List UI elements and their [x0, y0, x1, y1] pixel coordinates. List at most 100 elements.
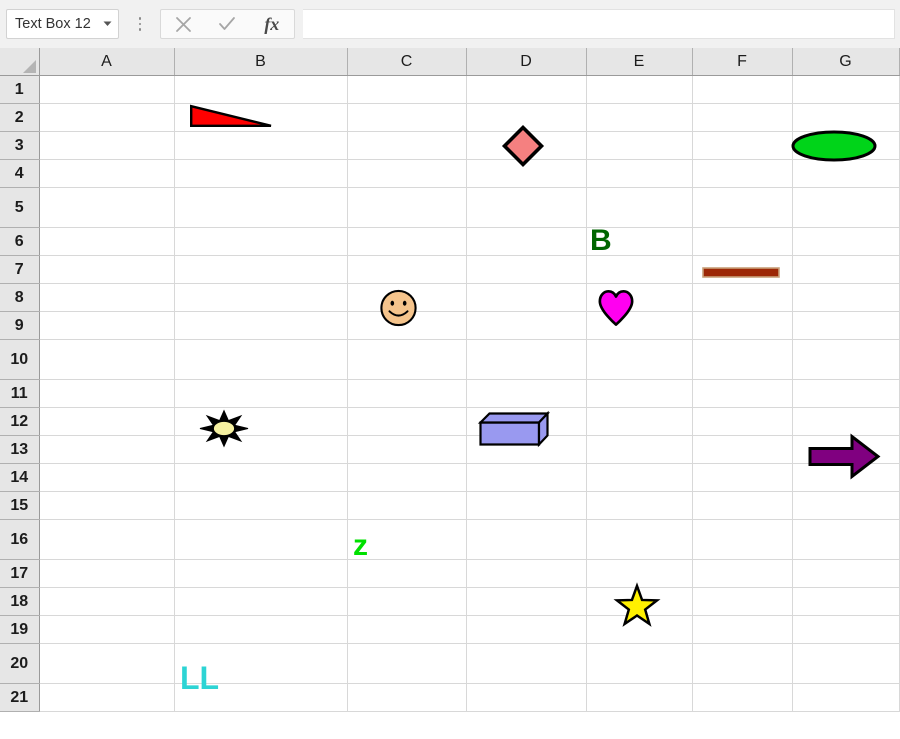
cell-A9[interactable] [39, 311, 175, 340]
cell-B6[interactable] [174, 227, 348, 256]
cell-D20[interactable] [466, 643, 587, 684]
cell-A20[interactable] [39, 643, 175, 684]
row-header-16[interactable]: 16 [0, 519, 40, 560]
column-header-b[interactable]: B [174, 48, 348, 76]
cell-B10[interactable] [174, 339, 348, 380]
cell-E13[interactable] [586, 435, 693, 464]
cell-C6[interactable] [347, 227, 467, 256]
cell-C7[interactable] [347, 255, 467, 284]
column-header-d[interactable]: D [466, 48, 587, 76]
cell-G7[interactable] [792, 255, 900, 284]
cell-F16[interactable] [692, 519, 793, 560]
cell-G14[interactable] [792, 463, 900, 492]
cell-B5[interactable] [174, 187, 348, 228]
cell-B18[interactable] [174, 587, 348, 616]
cell-A13[interactable] [39, 435, 175, 464]
cell-F14[interactable] [692, 463, 793, 492]
cell-D3[interactable] [466, 131, 587, 160]
cell-D17[interactable] [466, 559, 587, 588]
row-header-14[interactable]: 14 [0, 463, 40, 492]
row-header-9[interactable]: 9 [0, 311, 40, 340]
cell-A1[interactable] [39, 75, 175, 104]
cell-C14[interactable] [347, 463, 467, 492]
cell-E6[interactable] [586, 227, 693, 256]
row-header-7[interactable]: 7 [0, 255, 40, 284]
cell-A8[interactable] [39, 283, 175, 312]
row-header-5[interactable]: 5 [0, 187, 40, 228]
cell-A6[interactable] [39, 227, 175, 256]
kebab-menu-icon[interactable] [133, 12, 147, 36]
cell-C15[interactable] [347, 491, 467, 520]
row-header-19[interactable]: 19 [0, 615, 40, 644]
cell-C8[interactable] [347, 283, 467, 312]
cell-A17[interactable] [39, 559, 175, 588]
cell-G16[interactable] [792, 519, 900, 560]
chevron-down-icon[interactable] [96, 21, 118, 27]
cell-D16[interactable] [466, 519, 587, 560]
row-header-2[interactable]: 2 [0, 103, 40, 132]
cell-D15[interactable] [466, 491, 587, 520]
cell-A10[interactable] [39, 339, 175, 380]
cell-B14[interactable] [174, 463, 348, 492]
column-header-e[interactable]: E [586, 48, 693, 76]
cell-D10[interactable] [466, 339, 587, 380]
cell-D5[interactable] [466, 187, 587, 228]
cell-A15[interactable] [39, 491, 175, 520]
cell-B16[interactable] [174, 519, 348, 560]
cell-C3[interactable] [347, 131, 467, 160]
cell-A18[interactable] [39, 587, 175, 616]
cell-G13[interactable] [792, 435, 900, 464]
cell-F9[interactable] [692, 311, 793, 340]
cell-G19[interactable] [792, 615, 900, 644]
cell-F5[interactable] [692, 187, 793, 228]
spreadsheet-grid[interactable]: ABCDEFG 1 2 3 4 5 6 7 8 9 10 11 12 13 14 15 16 17 18 19 20 2… [0, 48, 900, 739]
cell-D21[interactable] [466, 683, 587, 712]
cell-G3[interactable] [792, 131, 900, 160]
confirm-checkmark-icon[interactable] [205, 10, 249, 38]
row-header-12[interactable]: 12 [0, 407, 40, 436]
cell-E19[interactable] [586, 615, 693, 644]
cell-G17[interactable] [792, 559, 900, 588]
cell-A5[interactable] [39, 187, 175, 228]
cell-E18[interactable] [586, 587, 693, 616]
cell-C2[interactable] [347, 103, 467, 132]
row-header-21[interactable]: 21 [0, 683, 40, 712]
cell-B15[interactable] [174, 491, 348, 520]
insert-function-icon[interactable]: fx [250, 10, 294, 38]
cell-D6[interactable] [466, 227, 587, 256]
cell-G5[interactable] [792, 187, 900, 228]
cell-C4[interactable] [347, 159, 467, 188]
cell-A19[interactable] [39, 615, 175, 644]
cell-E7[interactable] [586, 255, 693, 284]
cell-E16[interactable] [586, 519, 693, 560]
cell-B2[interactable] [174, 103, 348, 132]
cell-A4[interactable] [39, 159, 175, 188]
name-box[interactable]: Text Box 12 [6, 9, 119, 39]
cell-F8[interactable] [692, 283, 793, 312]
row-header-20[interactable]: 20 [0, 643, 40, 684]
cell-G21[interactable] [792, 683, 900, 712]
cell-D13[interactable] [466, 435, 587, 464]
cell-F3[interactable] [692, 131, 793, 160]
cell-C9[interactable] [347, 311, 467, 340]
cell-E12[interactable] [586, 407, 693, 436]
cell-B1[interactable] [174, 75, 348, 104]
cell-D4[interactable] [466, 159, 587, 188]
cell-F20[interactable] [692, 643, 793, 684]
cell-G2[interactable] [792, 103, 900, 132]
cell-C13[interactable] [347, 435, 467, 464]
cell-B21[interactable] [174, 683, 348, 712]
cell-C1[interactable] [347, 75, 467, 104]
cell-A12[interactable] [39, 407, 175, 436]
cell-B19[interactable] [174, 615, 348, 644]
row-header-6[interactable]: 6 [0, 227, 40, 256]
cell-F10[interactable] [692, 339, 793, 380]
row-header-1[interactable]: 1 [0, 75, 40, 104]
cell-B9[interactable] [174, 311, 348, 340]
cell-G8[interactable] [792, 283, 900, 312]
cell-D9[interactable] [466, 311, 587, 340]
cell-E5[interactable] [586, 187, 693, 228]
cell-G15[interactable] [792, 491, 900, 520]
cell-C19[interactable] [347, 615, 467, 644]
column-header-a[interactable]: A [39, 48, 175, 76]
